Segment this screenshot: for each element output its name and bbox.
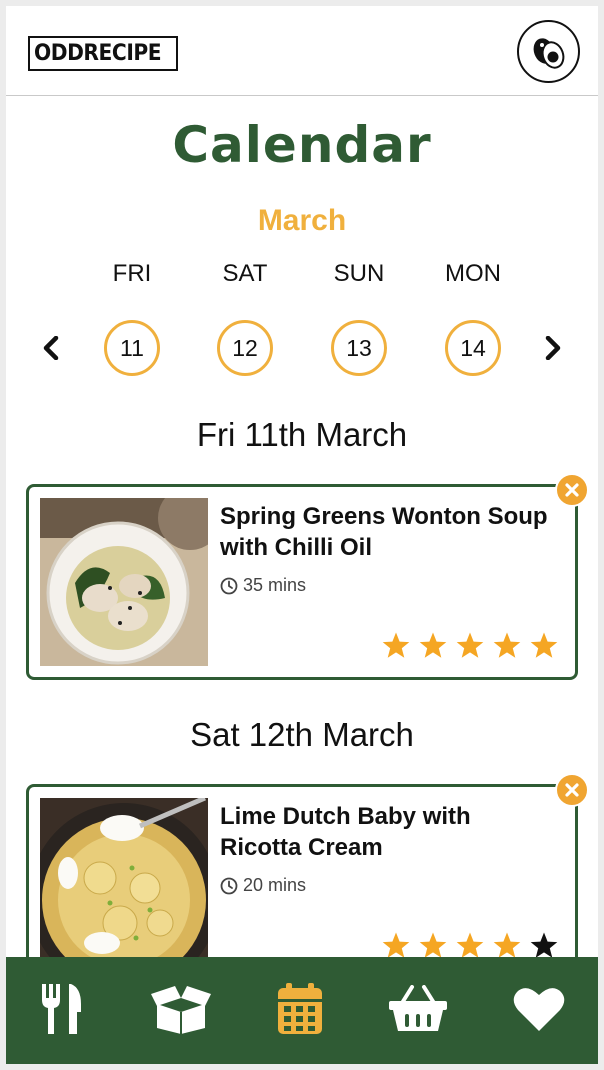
nav-box-button[interactable] <box>146 979 216 1039</box>
nav-favourites-button[interactable] <box>504 979 574 1039</box>
profile-avatar-button[interactable] <box>517 20 580 83</box>
recipe-title-line: Lime Dutch Baby with <box>220 803 471 830</box>
nav-recipes-button[interactable] <box>27 979 97 1039</box>
next-week-button[interactable] <box>540 334 566 362</box>
avocado-icon <box>533 38 565 69</box>
logo-text: ODDRECIPE <box>34 41 162 66</box>
recipe-title[interactable]: Lime Dutch Baby with Ricotta Cream <box>220 801 570 863</box>
remove-recipe-button[interactable] <box>555 473 589 507</box>
page-title: Calendar <box>172 116 432 174</box>
date-13[interactable]: 13 <box>331 320 387 376</box>
close-icon <box>565 483 579 497</box>
heart-icon <box>513 988 565 1031</box>
app-screen: ODDRECIPE Calendar March FRI SAT SUN MON… <box>6 6 598 1064</box>
prev-week-button[interactable] <box>38 334 64 362</box>
top-header: ODDRECIPE <box>6 6 598 96</box>
weekday-sat: SAT <box>222 260 268 287</box>
cook-time-value: 20 mins <box>243 875 307 895</box>
recipe-title[interactable]: Spring Greens Wonton Soup with Chilli Oi… <box>220 501 570 563</box>
calendar-icon <box>278 983 322 1034</box>
month-label: March <box>257 204 347 237</box>
box-icon <box>151 986 211 1034</box>
star-filled-icon[interactable] <box>418 631 448 661</box>
date-12[interactable]: 12 <box>217 320 273 376</box>
basket-icon <box>389 985 447 1031</box>
star-filled-icon[interactable] <box>492 631 522 661</box>
cook-time: 35 mins <box>220 575 306 596</box>
weekday-row: FRI SAT SUN MON <box>6 260 598 300</box>
recipe-card[interactable]: Lime Dutch Baby with Ricotta Cream 20 mi… <box>26 773 589 980</box>
star-rating[interactable] <box>374 631 559 661</box>
clock-icon <box>220 877 238 895</box>
bottom-navigation <box>6 957 598 1064</box>
weekday-fri: FRI <box>112 260 152 287</box>
star-filled-icon[interactable] <box>381 631 411 661</box>
day-heading: Fri 11th March <box>196 416 408 453</box>
oddrecipe-logo[interactable]: ODDRECIPE <box>28 36 179 71</box>
star-filled-icon[interactable] <box>529 631 559 661</box>
cook-time: 20 mins <box>220 875 306 896</box>
recipe-title-line: with Chilli Oil <box>220 534 372 561</box>
chevron-right-icon <box>545 336 561 360</box>
clock-icon <box>220 577 238 595</box>
recipe-card[interactable]: Spring Greens Wonton Soup with Chilli Oi… <box>26 473 589 680</box>
weekday-mon: MON <box>445 260 501 287</box>
date-14[interactable]: 14 <box>445 320 501 376</box>
recipe-image[interactable] <box>40 798 208 966</box>
nav-calendar-button[interactable] <box>265 979 335 1039</box>
close-icon <box>565 783 579 797</box>
recipe-title-line: Ricotta Cream <box>220 834 383 861</box>
recipe-title-line: Spring Greens Wonton Soup <box>220 503 548 530</box>
star-filled-icon[interactable] <box>455 631 485 661</box>
date-selector: 11 12 13 14 <box>6 320 598 376</box>
weekday-sun: SUN <box>333 260 385 287</box>
nav-basket-button[interactable] <box>383 979 453 1039</box>
fork-knife-icon <box>42 984 81 1034</box>
date-11[interactable]: 11 <box>104 320 160 376</box>
remove-recipe-button[interactable] <box>555 773 589 807</box>
cook-time-value: 35 mins <box>243 575 307 595</box>
chevron-left-icon <box>43 336 59 360</box>
day-heading: Sat 12th March <box>190 716 414 753</box>
recipe-image[interactable] <box>40 498 208 666</box>
